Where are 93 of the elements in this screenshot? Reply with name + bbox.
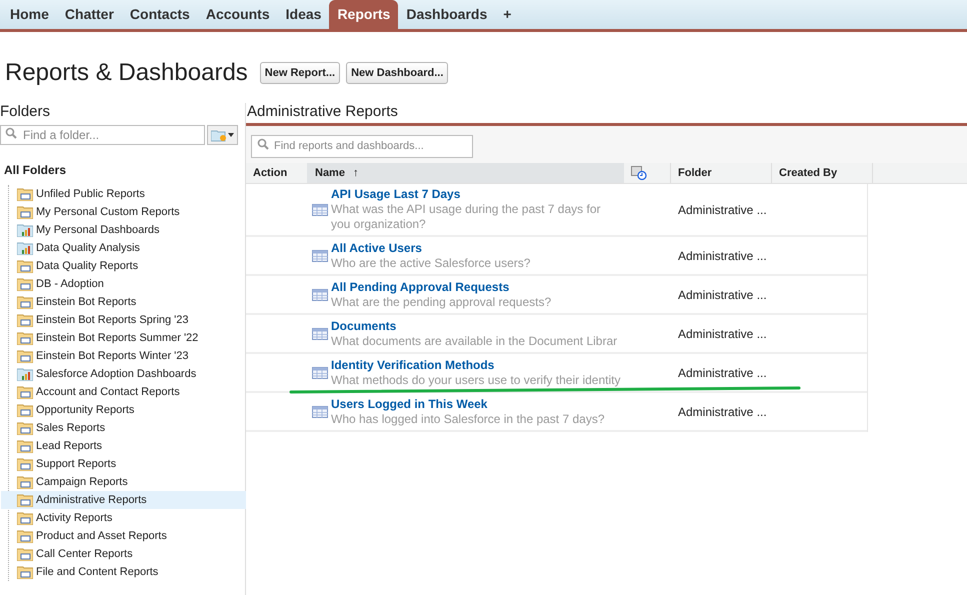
report-folder-icon [17,349,33,363]
report-folder-icon [17,529,33,543]
report-table-icon [312,204,328,216]
folder-item[interactable]: Sales Reports [1,419,246,437]
folder-item[interactable]: File and Content Reports [1,563,246,581]
folder-item[interactable]: Einstein Bot Reports [1,293,246,311]
report-folder-icon [17,511,33,525]
column-header[interactable]: Action [246,163,307,183]
folder-icon [211,128,227,142]
report-description: Who are the active Salesforce users? [331,256,532,270]
report-table-icon [312,288,328,300]
report-description: What are the pending approval requests? [331,294,552,310]
chart-folder-icon [17,367,33,381]
content-title: Administrative Reports [247,103,399,121]
report-folder-icon [17,565,33,579]
folder-item[interactable]: My Personal Custom Reports [1,203,246,221]
nav-tab[interactable]: Accounts [198,0,278,29]
report-table-icon [312,366,328,378]
report-search-field[interactable]: Find reports and dashboards... [251,134,473,158]
report-folder-icon [17,259,33,273]
folder-search-field[interactable]: Find a folder... [0,125,205,145]
folder-cell-text: Administrative ... [677,248,767,264]
folder-cell-text: Administrative ... [677,326,767,342]
folder-item[interactable]: Campaign Reports [1,473,246,491]
report-name-link[interactable]: Documents [331,318,623,334]
scheduled-calendar-icon[interactable] [631,166,647,180]
report-table-icon [312,250,328,262]
report-folder-icon [17,385,33,399]
report-table-icon [312,328,328,340]
nav-tab[interactable]: Contacts [122,0,198,29]
column-header[interactable]: Name ↑ [307,163,624,183]
folder-item[interactable]: Opportunity Reports [1,401,246,419]
folder-item[interactable]: Data Quality Analysis [1,239,246,257]
report-name-link[interactable]: API Usage Last 7 Days [331,187,623,202]
folder-cell-text: Administrative ... [677,364,767,382]
report-name-link[interactable]: Users Logged in This Week [331,396,623,412]
report-description: Who has logged into Salesforce in the past 7 days? [331,412,606,426]
folder-item[interactable]: Account and Contact Reports [1,383,246,401]
column-header[interactable]: Folder [671,163,772,183]
report-folder-icon [17,295,33,309]
folder-item[interactable]: My Personal Dashboards [1,221,246,239]
folder-item[interactable]: Administrative Reports [1,491,246,509]
report-folder-icon [17,277,33,291]
folder-item[interactable]: Einstein Bot Reports Summer '22 [1,329,246,347]
folder-item[interactable]: Activity Reports [1,509,246,527]
folder-item[interactable]: Data Quality Reports [1,257,246,275]
report-name-link[interactable]: All Pending Approval Requests [331,280,623,294]
page-title: Reports & Dashboards [5,58,248,88]
folder-item[interactable]: Einstein Bot Reports Winter '23 [1,347,246,365]
report-folder-icon [17,475,33,489]
chart-folder-icon [17,223,33,237]
folder-item[interactable]: Support Reports [1,455,246,473]
report-folder-icon [17,547,33,561]
folder-item[interactable]: DB - Adoption [1,275,246,293]
folder-item[interactable]: Einstein Bot Reports Spring '23 [1,311,246,329]
folder-cell-text: Administrative ... [677,286,767,304]
folder-item[interactable]: Salesforce Adoption Dashboards [1,365,246,383]
report-folder-icon [17,421,33,435]
nav-tab[interactable]: Dashboards [398,0,496,29]
folder-item[interactable]: Lead Reports [1,437,246,455]
folder-cell-text: Administrative ... [677,202,767,218]
report-folder-icon [17,493,33,507]
nav-tab[interactable]: Home [2,0,57,29]
folder-item[interactable]: Product and Asset Reports [1,527,246,545]
caret-icon [228,133,234,137]
folder-item[interactable]: Call Center Reports [1,545,246,563]
report-folder-icon [17,187,33,201]
report-folder-icon [17,205,33,219]
report-folder-icon [17,313,33,327]
folders-root[interactable]: All Folders [4,161,245,179]
report-folder-icon [17,439,33,453]
report-description: What methods do your users use to verify their identity [331,372,622,388]
search-icon [257,138,269,150]
nav-tab[interactable]: Chatter [56,0,122,29]
search-icon [5,127,17,139]
folder-cell-text: Administrative ... [677,404,767,420]
report-name-link[interactable]: All Active Users [331,240,623,256]
folders-title: Folders [0,103,52,121]
header-button[interactable]: New Dashboard... [346,62,448,84]
nav-tab[interactable]: Reports [329,0,398,29]
report-description: What was the API usage during the past 7 days for you organization? [331,202,602,232]
folder-item[interactable]: Unfiled Public Reports [1,185,246,203]
report-table-icon [312,406,328,418]
column-header[interactable]: Created By [772,163,873,183]
report-name-link[interactable]: Identity Verification Methods [331,358,623,372]
report-folder-icon [17,331,33,345]
report-folder-icon [17,403,33,417]
nav-tab[interactable]: + [495,0,520,29]
report-description: What documents are available in the Document Librar [331,334,618,348]
nav-tab[interactable]: Ideas [278,0,330,29]
header-button[interactable]: New Report... [260,62,340,84]
chart-folder-icon [17,241,33,255]
report-folder-icon [17,457,33,471]
